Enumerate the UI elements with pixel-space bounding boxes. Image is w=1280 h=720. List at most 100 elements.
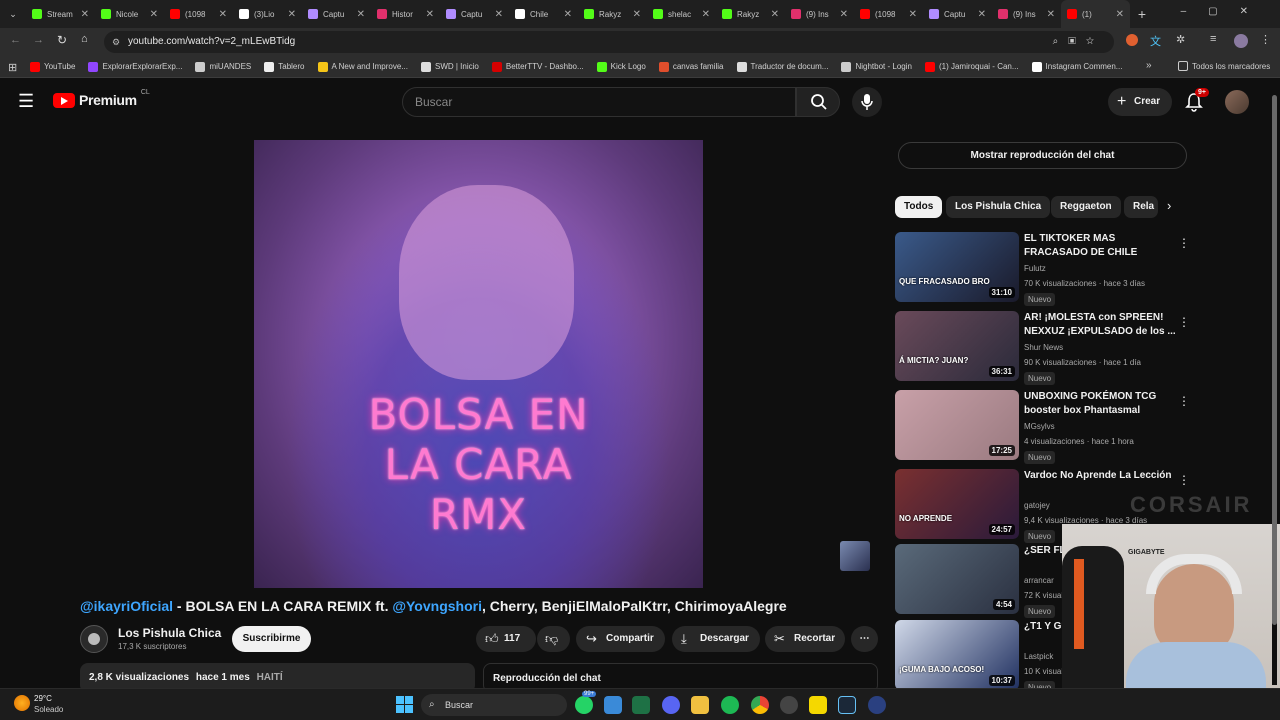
- close-tab-icon[interactable]: ✕: [1047, 9, 1055, 20]
- bookmark-item[interactable]: ExplorarExplorarExp...: [88, 61, 182, 72]
- recommendation-channel[interactable]: MGsylvs: [1024, 422, 1055, 431]
- browser-tab[interactable]: Stream ✕: [26, 0, 95, 28]
- apps-grid-icon[interactable]: ⊞: [8, 61, 17, 74]
- close-tab-icon[interactable]: ✕: [702, 9, 710, 20]
- close-tab-icon[interactable]: ✕: [840, 9, 848, 20]
- more-vertical-icon[interactable]: ⋮: [1178, 473, 1190, 487]
- recommendation-thumbnail[interactable]: ¡GUMA BAJO ACOSO! 10:37: [895, 620, 1019, 690]
- scrollbar-thumb[interactable]: [1272, 95, 1277, 625]
- close-tab-icon[interactable]: ✕: [978, 9, 986, 20]
- bookmark-item[interactable]: SWD | Inicio: [420, 61, 479, 72]
- dislike-button[interactable]: 👎︎: [537, 626, 570, 652]
- file-explorer-icon[interactable]: [691, 696, 709, 714]
- browser-tab[interactable]: Rakyz ✕: [578, 0, 647, 28]
- app-arc-icon[interactable]: [868, 696, 886, 714]
- recommendation-title[interactable]: EL TIKTOKER MAS FRACASADO DE CHILE: [1024, 232, 1176, 260]
- more-bookmarks-icon[interactable]: »: [1146, 60, 1152, 71]
- close-tab-icon[interactable]: ✕: [564, 9, 572, 20]
- title-mention-ikayri[interactable]: @ikayriOficial: [80, 598, 173, 614]
- browser-menu-icon[interactable]: ⋮: [1260, 33, 1271, 46]
- bookmark-item[interactable]: miUANDES: [195, 61, 251, 72]
- chip-rela[interactable]: Rela: [1124, 196, 1158, 218]
- browser-tab[interactable]: shelac ✕: [647, 0, 716, 28]
- chip-reggaeton[interactable]: Reggaeton: [1051, 196, 1121, 218]
- all-bookmarks-folder[interactable]: Todos los marcadores: [1178, 61, 1270, 71]
- bookmark-item[interactable]: Nightbot - Login: [841, 61, 912, 72]
- notifications-button[interactable]: 9+: [1185, 88, 1209, 117]
- browser-tab[interactable]: (1098 ✕: [164, 0, 233, 28]
- recommendation-thumbnail[interactable]: Á MICTIA? JUAN? 36:31: [895, 311, 1019, 381]
- browser-tab[interactable]: (3)Lio ✕: [233, 0, 302, 28]
- bookmark-item[interactable]: (1) Jamiroquai - Can...: [924, 61, 1019, 72]
- show-chat-replay-button[interactable]: Mostrar reproducción del chat: [898, 142, 1187, 169]
- weather-sun-icon[interactable]: [14, 695, 30, 711]
- recommendation-title[interactable]: Vardoc No Aprende La Lección: [1024, 469, 1176, 483]
- account-avatar[interactable]: [1225, 90, 1249, 114]
- bookmark-item[interactable]: Instagram Commen...: [1031, 61, 1122, 72]
- obs-icon[interactable]: [780, 696, 798, 714]
- miniplayer-thumbnail[interactable]: [840, 541, 870, 571]
- close-tab-icon[interactable]: ✕: [288, 9, 296, 20]
- bookmark-item[interactable]: BetterTTV - Dashbo...: [491, 61, 584, 72]
- recommendation-item[interactable]: Á MICTIA? JUAN? 36:31 AR! ¡MOLESTA con S…: [895, 311, 1195, 385]
- voice-search-button[interactable]: [852, 87, 882, 117]
- browser-tab[interactable]: (1098 ✕: [854, 0, 923, 28]
- more-actions-button[interactable]: ⋯: [851, 626, 878, 652]
- recommendation-title[interactable]: UNBOXING POKÉMON TCG booster box Phantas…: [1024, 390, 1176, 418]
- close-tab-icon[interactable]: ✕: [771, 9, 779, 20]
- recommendation-channel[interactable]: Lastpick: [1024, 652, 1053, 661]
- youtube-premium-logo[interactable]: Premium CL: [53, 89, 150, 108]
- description-tag[interactable]: HAITÍ: [257, 672, 283, 683]
- recommendation-item[interactable]: 17:25 UNBOXING POKÉMON TCG booster box P…: [895, 390, 1195, 464]
- bookmark-item[interactable]: Tablero: [264, 61, 305, 72]
- spotify-icon[interactable]: [721, 696, 739, 714]
- search-button[interactable]: [796, 87, 840, 117]
- browser-tab[interactable]: (1) ✕: [1061, 0, 1130, 28]
- home-icon[interactable]: ⌂: [81, 33, 88, 45]
- channel-avatar[interactable]: [80, 625, 108, 653]
- page-scrollbar[interactable]: [1272, 85, 1277, 685]
- close-tab-icon[interactable]: ✕: [81, 9, 89, 20]
- extension-fox-icon[interactable]: [1126, 34, 1138, 46]
- hamburger-menu-icon[interactable]: ☰: [18, 91, 34, 112]
- taskbar-search[interactable]: ⌕ Buscar: [421, 694, 567, 716]
- browser-tab[interactable]: Rakyz ✕: [716, 0, 785, 28]
- steam-icon[interactable]: [838, 696, 856, 714]
- recommendation-channel[interactable]: gatojey: [1024, 501, 1050, 510]
- close-tab-icon[interactable]: ✕: [909, 9, 917, 20]
- discord-icon[interactable]: [662, 696, 680, 714]
- sticky-notes-icon[interactable]: [809, 696, 827, 714]
- close-tab-icon[interactable]: ✕: [495, 9, 503, 20]
- browser-tab[interactable]: Chile ✕: [509, 0, 578, 28]
- video-player[interactable]: BOLSA EN LA CARA RMX: [254, 140, 703, 588]
- close-tab-icon[interactable]: ✕: [150, 9, 158, 20]
- chevron-right-icon[interactable]: ›: [1167, 198, 1171, 213]
- recommendation-channel[interactable]: Shur News: [1024, 343, 1063, 352]
- excel-icon[interactable]: [632, 696, 650, 714]
- create-button[interactable]: + Crear: [1108, 88, 1172, 116]
- chip-todos[interactable]: Todos: [895, 196, 943, 218]
- url-field[interactable]: ⚙ youtube.com/watch?v=2_mLEwBTidg ⌕▣☆: [104, 31, 1114, 53]
- reload-icon[interactable]: ↻: [57, 33, 67, 47]
- zoom-install-star-icons[interactable]: ⌕▣☆: [1053, 31, 1104, 53]
- extensions-icon[interactable]: ✲: [1176, 33, 1185, 46]
- recommendation-channel[interactable]: arrancar: [1024, 576, 1054, 585]
- browser-tab[interactable]: (9) Ins ✕: [992, 0, 1061, 28]
- title-mention-yovngshori[interactable]: @Yovngshori: [392, 598, 482, 614]
- subscribe-button[interactable]: Suscribirme: [232, 626, 311, 652]
- browser-tab[interactable]: (9) Ins ✕: [785, 0, 854, 28]
- site-info-icon[interactable]: ⚙: [112, 31, 120, 53]
- windows-start-icon[interactable]: [396, 696, 413, 713]
- close-tab-icon[interactable]: ✕: [219, 9, 227, 20]
- recommendation-thumbnail[interactable]: NO APRENDE 24:57: [895, 469, 1019, 539]
- bookmark-item[interactable]: canvas familia: [658, 61, 724, 72]
- bookmark-item[interactable]: YouTube: [30, 61, 75, 72]
- bookmark-item[interactable]: A New and Improve...: [317, 61, 408, 72]
- recommendation-title[interactable]: AR! ¡MOLESTA con SPREEN! NEXXUZ ¡EXPULSA…: [1024, 311, 1176, 339]
- window-controls[interactable]: –▢✕: [1181, 6, 1270, 17]
- whatsapp-icon[interactable]: [575, 696, 593, 714]
- close-tab-icon[interactable]: ✕: [426, 9, 434, 20]
- recommendation-thumbnail[interactable]: QUE FRACASADO BRO 31:10: [895, 232, 1019, 302]
- browser-tab[interactable]: Nicole ✕: [95, 0, 164, 28]
- more-vertical-icon[interactable]: ⋮: [1178, 394, 1190, 408]
